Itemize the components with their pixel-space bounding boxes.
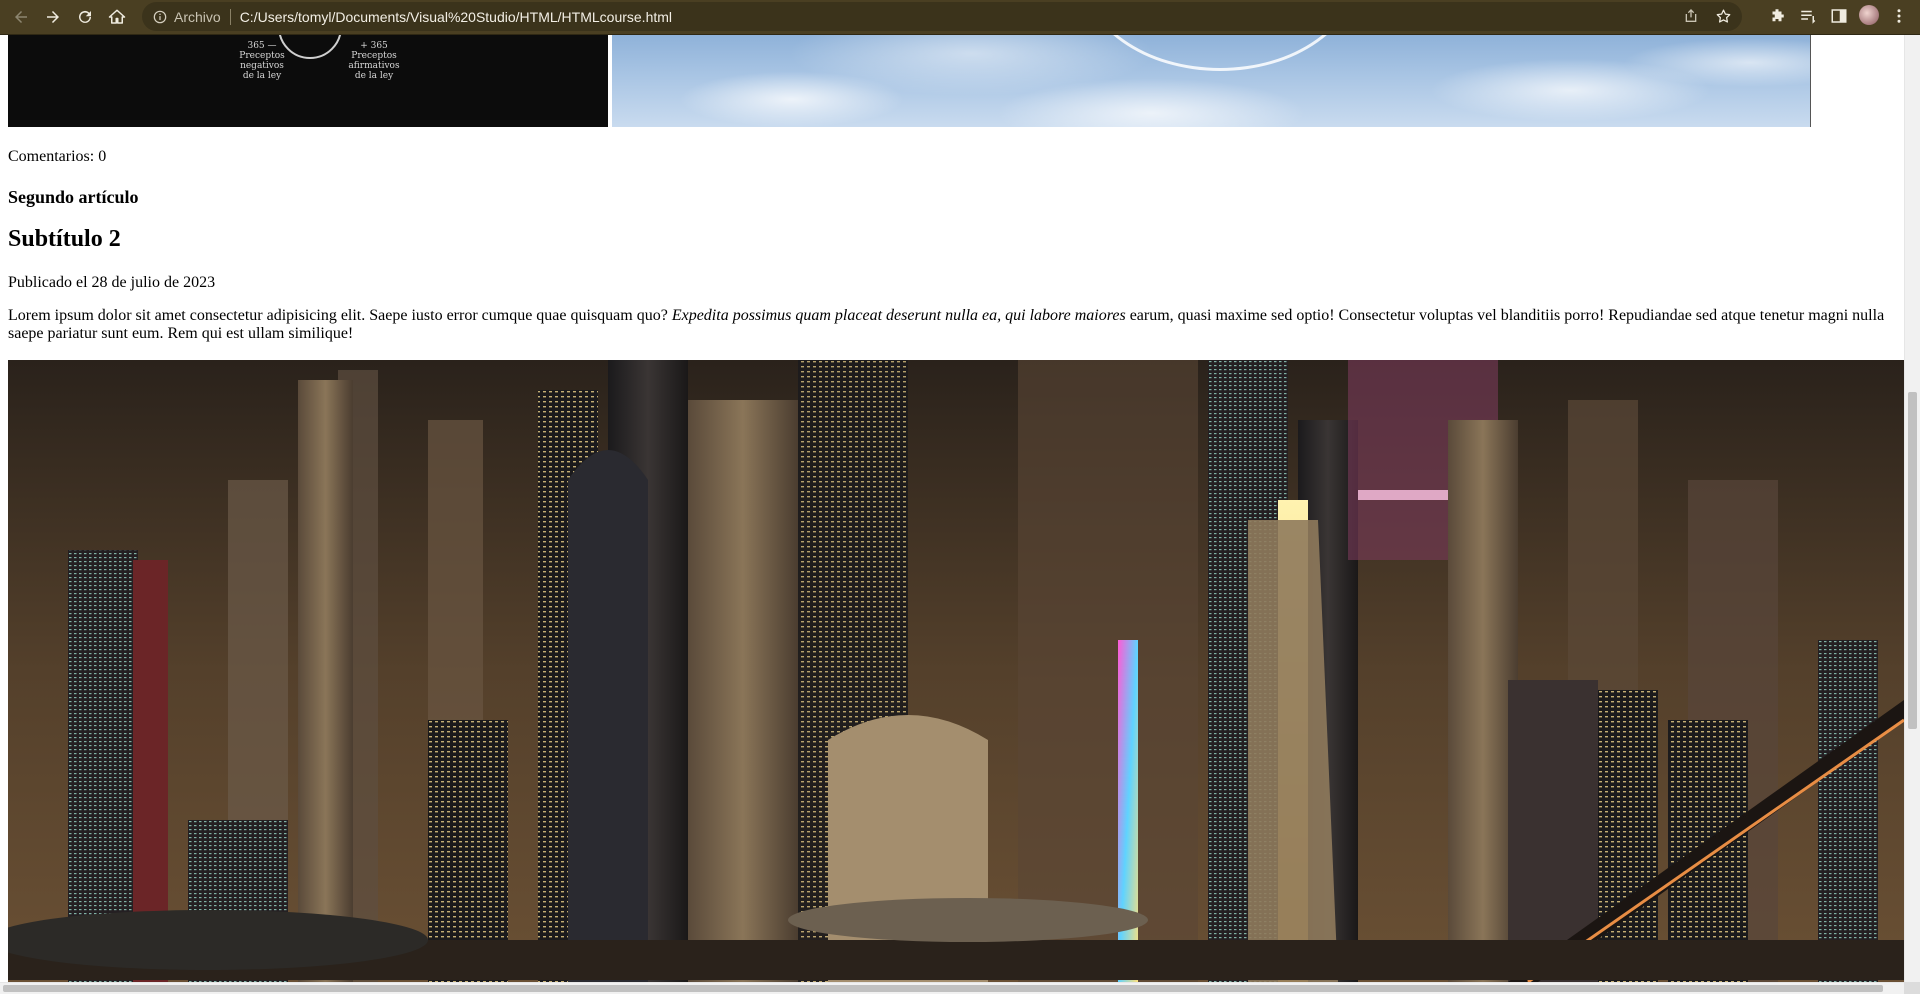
sky-ring bbox=[1082, 35, 1358, 71]
vertical-scroll-thumb[interactable] bbox=[1908, 392, 1917, 729]
menu-icon[interactable] bbox=[1888, 5, 1910, 27]
reload-icon[interactable] bbox=[72, 4, 98, 30]
info-icon[interactable] bbox=[152, 9, 168, 25]
browser-toolbar: Archivo C:/Users/tomyl/Documents/Visual%… bbox=[0, 0, 1920, 35]
scrollbar-corner bbox=[1904, 982, 1920, 994]
address-bar[interactable]: Archivo C:/Users/tomyl/Documents/Visual%… bbox=[142, 2, 1742, 31]
city-illustration bbox=[8, 360, 1904, 982]
horizontal-scroll-thumb[interactable] bbox=[3, 985, 1883, 992]
share-icon[interactable] bbox=[1682, 7, 1700, 25]
publish-date: Publicado el 28 de julio de 2023 bbox=[8, 274, 216, 291]
side-panel-icon[interactable] bbox=[1828, 5, 1850, 27]
scheme-label: Archivo bbox=[174, 8, 221, 25]
page-content: 365 — Preceptos negativos de la ley + 36… bbox=[0, 35, 1904, 982]
home-icon[interactable] bbox=[104, 4, 130, 30]
url-text[interactable]: C:/Users/tomyl/Documents/Visual%20Studio… bbox=[240, 9, 672, 25]
sky-image bbox=[612, 35, 1811, 127]
separator bbox=[229, 8, 231, 25]
article-title: Segundo artículo bbox=[8, 187, 139, 207]
back-icon[interactable] bbox=[8, 4, 34, 30]
extensions-icon[interactable] bbox=[1766, 5, 1788, 27]
vertical-scrollbar[interactable] bbox=[1904, 35, 1920, 982]
article-paragraph: Lorem ipsum dolor sit amet consectetur a… bbox=[8, 307, 1904, 343]
profile-avatar[interactable] bbox=[1859, 5, 1879, 25]
forward-icon[interactable] bbox=[40, 4, 66, 30]
horizontal-scrollbar[interactable] bbox=[0, 982, 1904, 994]
futuristic-city-image bbox=[8, 360, 1904, 982]
commandments-image: 365 — Preceptos negativos de la ley + 36… bbox=[8, 35, 608, 127]
paragraph-start: Lorem ipsum dolor sit amet consectetur a… bbox=[8, 307, 672, 324]
paragraph-italic: Expedita possimus quam placeat deserunt … bbox=[671, 307, 1126, 324]
bookmark-star-icon[interactable] bbox=[1714, 7, 1732, 25]
comments-count: Comentarios: 0 bbox=[8, 148, 107, 165]
left-caption: 365 — Preceptos negativos de la ley bbox=[239, 41, 285, 81]
right-caption: + 365 Preceptos afirmativos de la ley bbox=[348, 41, 400, 81]
article-subtitle: Subtítulo 2 bbox=[8, 226, 121, 252]
reading-list-icon[interactable] bbox=[1797, 5, 1819, 27]
